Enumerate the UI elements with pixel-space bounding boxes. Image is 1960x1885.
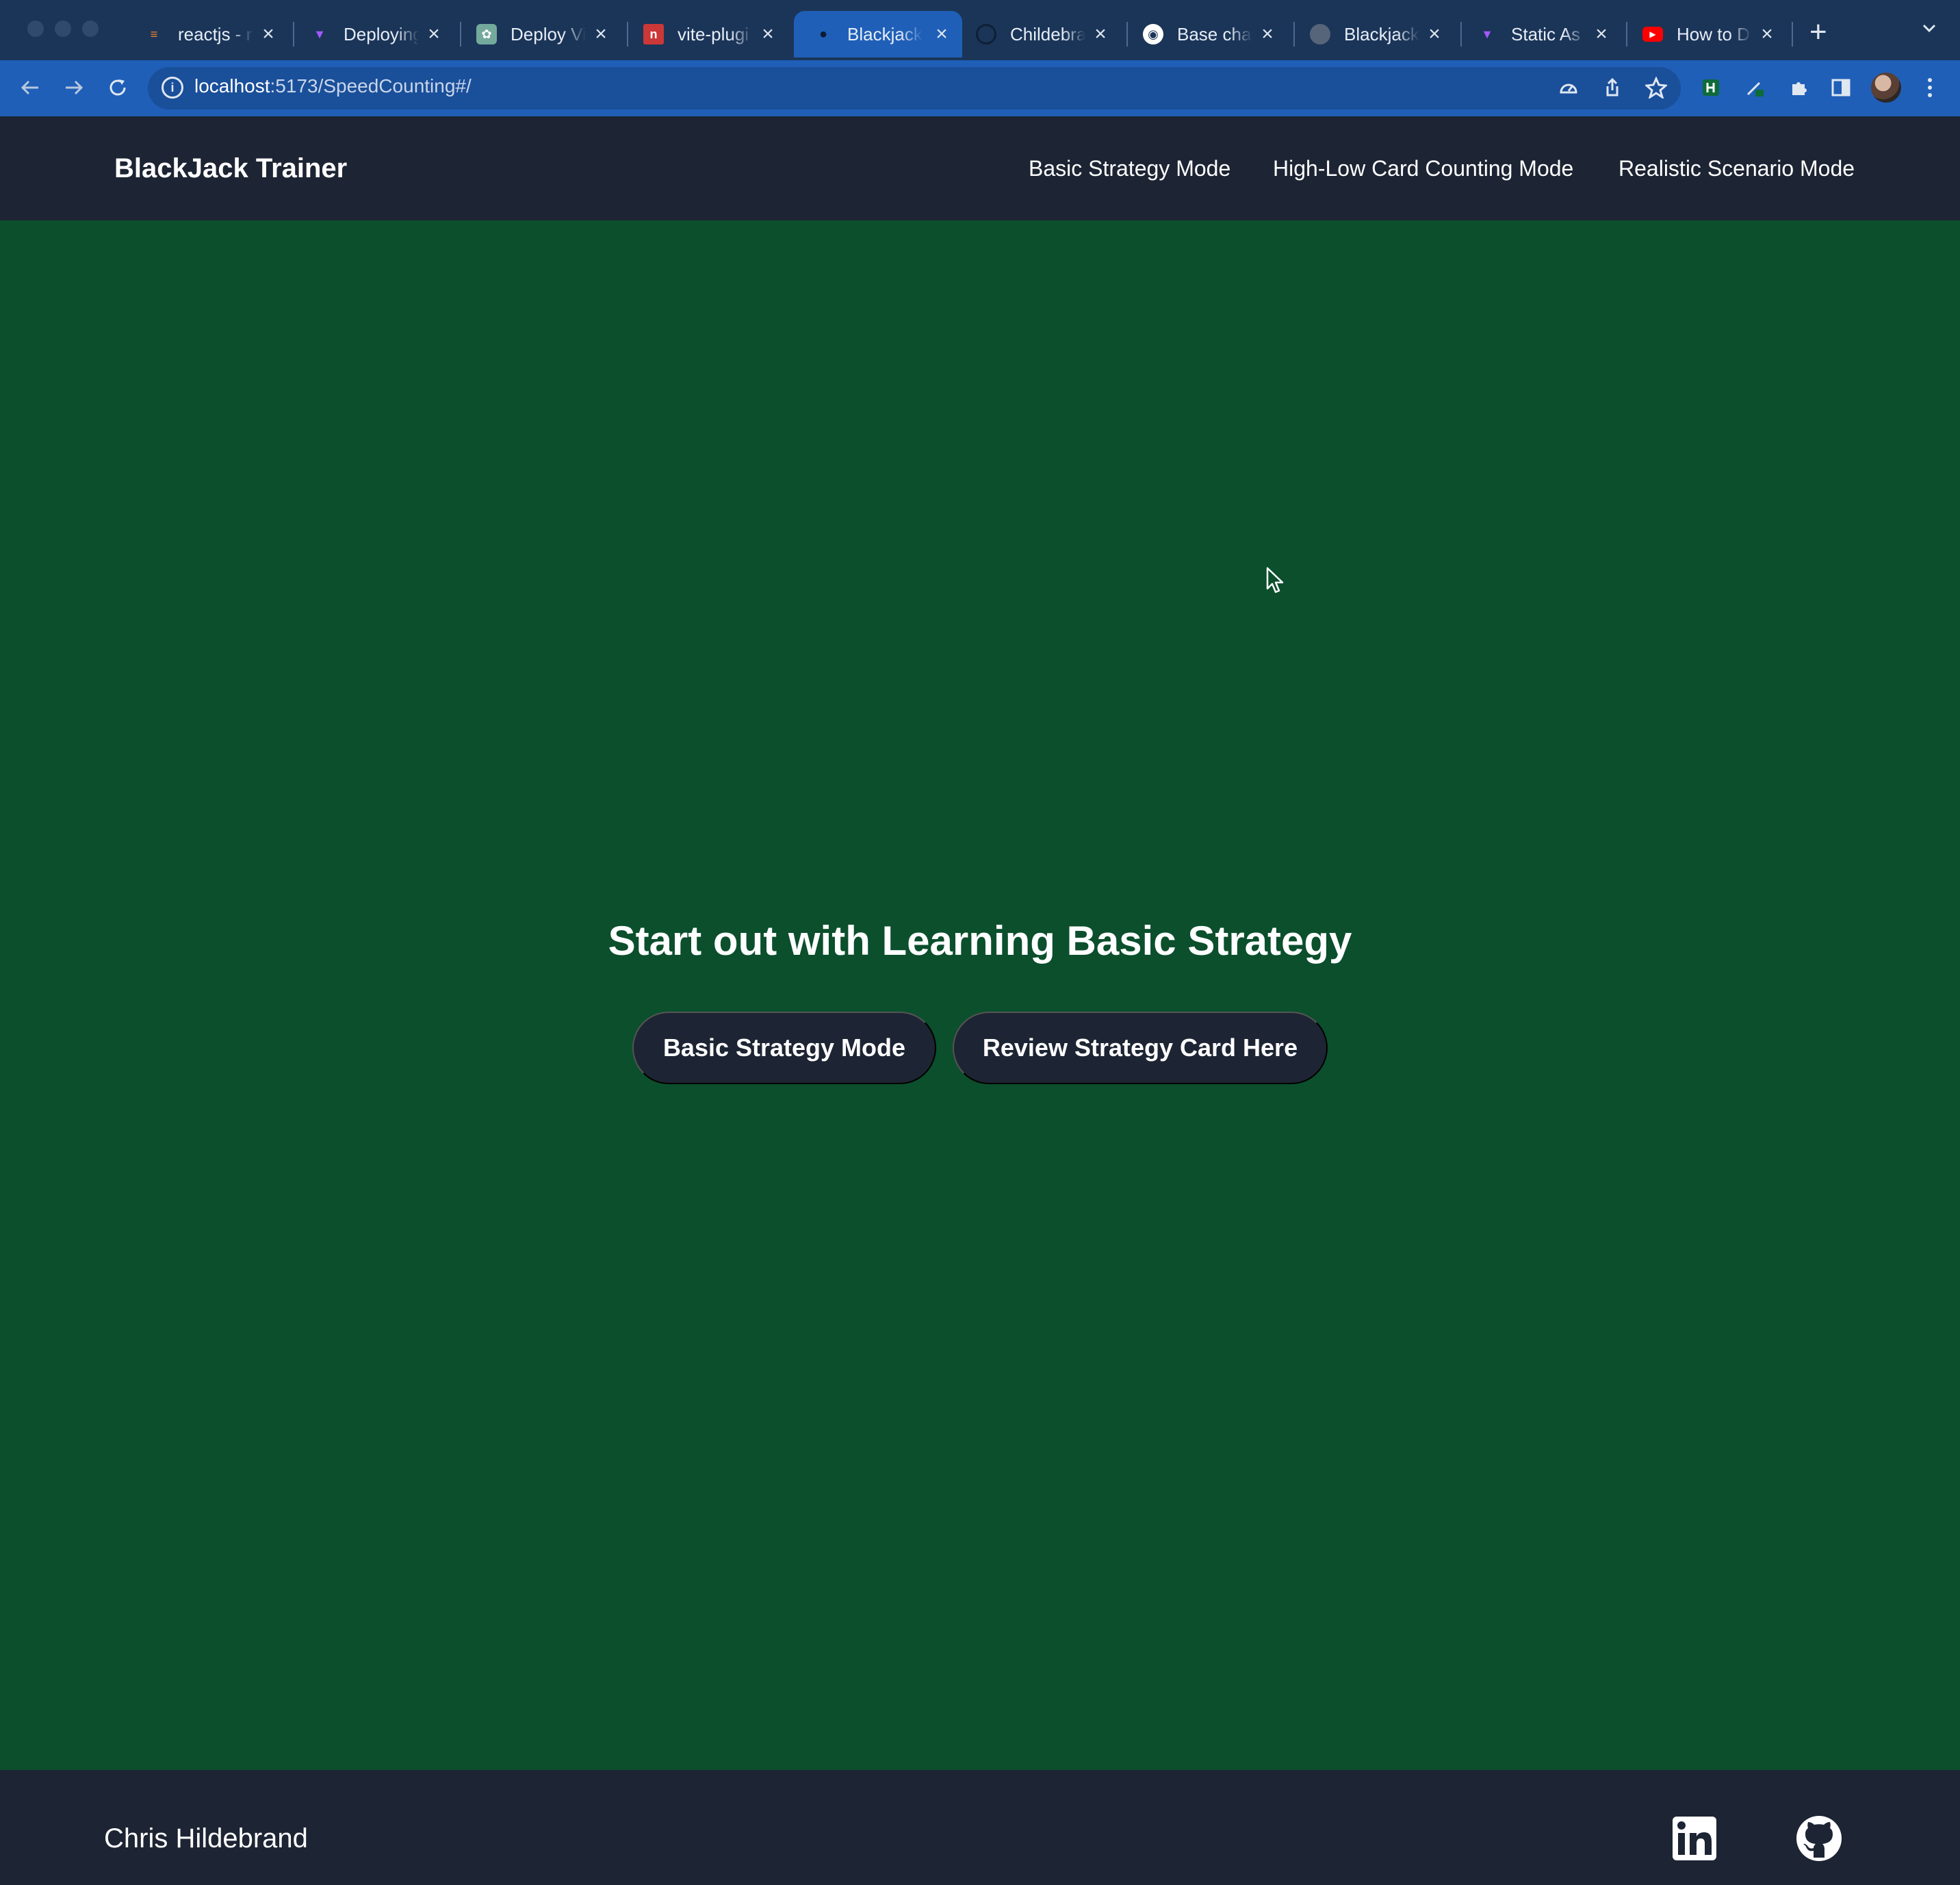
browser-tab[interactable]: ▶ How to D × — [1642, 11, 1779, 57]
main-content — [0, 220, 1960, 1770]
url-host: localhost — [194, 75, 270, 97]
blackjack-icon: ● — [818, 26, 828, 42]
site-info-icon[interactable]: i — [162, 77, 183, 99]
tab-close-icon[interactable]: × — [1755, 23, 1779, 46]
tab-close-icon[interactable]: × — [756, 23, 780, 46]
tab-close-icon[interactable]: × — [1088, 23, 1113, 46]
browser-tab[interactable]: n vite-plugi × — [643, 11, 780, 57]
nav-link-basic-strategy[interactable]: Basic Strategy Mode — [1029, 156, 1230, 181]
eyedropper-icon[interactable] — [1742, 75, 1767, 100]
browser-tab[interactable]: ✿ Deploy Vi × — [476, 11, 613, 57]
tab-separator — [1460, 22, 1462, 47]
new-tab-plus-icon[interactable]: + — [1809, 15, 1827, 49]
browser-tab[interactable]: ▼ Deploying × — [309, 11, 446, 57]
tab-search-chevron-icon[interactable] — [1920, 19, 1938, 37]
browser-menu-icon[interactable] — [1918, 75, 1942, 100]
browser-tab[interactable]: ◉ Base char × — [1143, 11, 1280, 57]
nav-link-high-low-counting[interactable]: High-Low Card Counting Mode — [1273, 156, 1573, 181]
tab-close-icon[interactable]: × — [589, 23, 613, 46]
browser-tab[interactable]: Blackjack × — [1310, 11, 1447, 57]
tab-separator — [1792, 22, 1793, 47]
mouse-cursor-icon — [1266, 567, 1284, 593]
tab-separator — [1126, 22, 1128, 47]
hero-title: Start out with Learning Basic Strategy — [608, 918, 1352, 964]
browser-tab-active[interactable]: ● Blackjack × — [794, 11, 962, 57]
side-panel-icon[interactable] — [1829, 75, 1853, 100]
linkedin-icon[interactable] — [1671, 1815, 1718, 1862]
extensions-puzzle-icon[interactable] — [1786, 75, 1811, 100]
browser-tab[interactable]: Childebra × — [976, 11, 1113, 57]
footer-author: Chris Hildebrand — [104, 1823, 308, 1854]
globe-icon — [1310, 24, 1330, 44]
site-brand[interactable]: BlackJack Trainer — [114, 153, 347, 184]
tab-separator — [1626, 22, 1627, 47]
window-minimize-button[interactable] — [55, 21, 71, 37]
tab-close-icon[interactable]: × — [929, 23, 954, 46]
share-icon[interactable] — [1600, 75, 1625, 100]
youtube-icon: ▶ — [1642, 27, 1663, 42]
tab-close-icon[interactable]: × — [422, 23, 446, 46]
stackoverflow-icon: ≡ — [150, 27, 158, 41]
profile-avatar[interactable] — [1871, 73, 1901, 103]
extension-h-icon[interactable] — [1699, 75, 1723, 100]
github-icon — [976, 24, 996, 44]
forward-arrow-icon[interactable] — [59, 73, 89, 103]
basic-strategy-mode-button[interactable]: Basic Strategy Mode — [632, 1012, 936, 1084]
tab-separator — [293, 22, 294, 47]
window-zoom-button[interactable] — [82, 21, 99, 37]
back-arrow-icon[interactable] — [15, 73, 45, 103]
tab-close-icon[interactable]: × — [1422, 23, 1447, 46]
chatgpt-icon: ✿ — [476, 24, 497, 44]
github-icon[interactable] — [1796, 1815, 1842, 1862]
tab-separator — [627, 22, 628, 47]
address-url[interactable]: localhost:5173/SpeedCounting#/ — [194, 75, 472, 97]
url-path: :5173/SpeedCounting#/ — [270, 75, 472, 97]
github-icon: ◉ — [1143, 24, 1163, 44]
tab-close-icon[interactable]: × — [256, 23, 281, 46]
npm-icon: n — [643, 24, 664, 44]
reload-icon[interactable] — [103, 73, 133, 103]
vite-icon: ▼ — [1481, 27, 1493, 41]
performance-gauge-icon[interactable] — [1556, 75, 1581, 100]
bookmark-star-icon[interactable] — [1644, 75, 1668, 100]
nav-link-realistic-scenario[interactable]: Realistic Scenario Mode — [1619, 156, 1855, 181]
tab-close-icon[interactable]: × — [1589, 23, 1614, 46]
review-strategy-card-button[interactable]: Review Strategy Card Here — [953, 1012, 1328, 1084]
window-close-button[interactable] — [27, 21, 44, 37]
browser-tab[interactable]: ▼ Static As × — [1477, 11, 1614, 57]
tab-close-icon[interactable]: × — [1255, 23, 1280, 46]
tab-separator — [460, 22, 461, 47]
vite-icon: ▼ — [313, 27, 326, 41]
browser-tab[interactable]: ≡ reactjs - r × — [144, 11, 281, 57]
tab-separator — [1293, 22, 1295, 47]
